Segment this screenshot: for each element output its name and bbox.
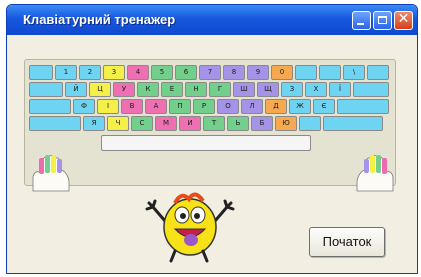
minimize-button[interactable] bbox=[352, 11, 371, 30]
key-Д[interactable]: Д bbox=[265, 99, 287, 114]
key-Ф[interactable]: Ф bbox=[73, 99, 95, 114]
app-window: Клавіатурний тренажер ✕ 1 2 3 4 5 6 7 8 9 0 \ Й Ц У К Е… bbox=[6, 4, 418, 274]
close-button[interactable]: ✕ bbox=[394, 11, 413, 30]
key-blank[interactable] bbox=[29, 65, 53, 80]
key-Я[interactable]: Я bbox=[83, 116, 105, 131]
key-blank[interactable] bbox=[353, 82, 389, 97]
key-Т[interactable]: Т bbox=[203, 116, 225, 131]
key-Ц[interactable]: Ц bbox=[89, 82, 111, 97]
key-8[interactable]: 8 bbox=[223, 65, 245, 80]
key-Ї[interactable]: Ї bbox=[329, 82, 351, 97]
key-З[interactable]: З bbox=[281, 82, 303, 97]
key-blank[interactable] bbox=[367, 65, 389, 80]
key-4[interactable]: 4 bbox=[127, 65, 149, 80]
key-Н[interactable]: Н bbox=[185, 82, 207, 97]
key-blank[interactable] bbox=[319, 65, 341, 80]
key-Б[interactable]: Б bbox=[251, 116, 273, 131]
key-\[interactable]: \ bbox=[343, 65, 365, 80]
minimize-icon bbox=[357, 23, 364, 25]
key-Г[interactable]: Г bbox=[209, 82, 231, 97]
key-blank[interactable] bbox=[29, 116, 81, 131]
key-7[interactable]: 7 bbox=[199, 65, 221, 80]
key-Л[interactable]: Л bbox=[241, 99, 263, 114]
key-blank[interactable] bbox=[29, 82, 63, 97]
space-key[interactable] bbox=[101, 135, 311, 151]
key-Ж[interactable]: Ж bbox=[289, 99, 311, 114]
key-П[interactable]: П bbox=[169, 99, 191, 114]
key-Ь[interactable]: Ь bbox=[227, 116, 249, 131]
window-title: Клавіатурний тренажер bbox=[23, 12, 176, 27]
key-В[interactable]: В bbox=[121, 99, 143, 114]
key-blank[interactable] bbox=[323, 116, 383, 131]
key-blank[interactable] bbox=[299, 116, 321, 131]
right-hand-icon bbox=[356, 154, 394, 192]
key-І[interactable]: І bbox=[97, 99, 119, 114]
key-И[interactable]: И bbox=[179, 116, 201, 131]
key-blank[interactable] bbox=[29, 99, 71, 114]
key-Щ[interactable]: Щ bbox=[257, 82, 279, 97]
key-Є[interactable]: Є bbox=[313, 99, 335, 114]
start-button[interactable]: Початок bbox=[309, 227, 385, 257]
key-Х[interactable]: Х bbox=[305, 82, 327, 97]
key-9[interactable]: 9 bbox=[247, 65, 269, 80]
key-3[interactable]: 3 bbox=[103, 65, 125, 80]
maximize-icon bbox=[378, 16, 387, 24]
key-К[interactable]: К bbox=[137, 82, 159, 97]
title-bar[interactable]: Клавіатурний тренажер ✕ bbox=[7, 5, 417, 35]
key-М[interactable]: М bbox=[155, 116, 177, 131]
key-Р[interactable]: Р bbox=[193, 99, 215, 114]
key-5[interactable]: 5 bbox=[151, 65, 173, 80]
key-У[interactable]: У bbox=[113, 82, 135, 97]
key-О[interactable]: О bbox=[217, 99, 239, 114]
mascot-icon bbox=[145, 192, 235, 263]
key-2[interactable]: 2 bbox=[79, 65, 101, 80]
close-icon: ✕ bbox=[397, 11, 410, 27]
key-6[interactable]: 6 bbox=[175, 65, 197, 80]
key-С[interactable]: С bbox=[131, 116, 153, 131]
maximize-button[interactable] bbox=[373, 11, 392, 30]
key-А[interactable]: А bbox=[145, 99, 167, 114]
key-Ю[interactable]: Ю bbox=[275, 116, 297, 131]
key-1[interactable]: 1 bbox=[55, 65, 77, 80]
key-Ш[interactable]: Ш bbox=[233, 82, 255, 97]
key-Е[interactable]: Е bbox=[161, 82, 183, 97]
key-blank[interactable] bbox=[295, 65, 317, 80]
key-Ч[interactable]: Ч bbox=[107, 116, 129, 131]
key-blank[interactable] bbox=[337, 99, 389, 114]
virtual-keyboard: 1 2 3 4 5 6 7 8 9 0 \ Й Ц У К Е Н Г Ш Щ З Х Ї Ф І В А П Р О Л Д Ж Є Я Ч С М И Т… bbox=[24, 59, 396, 186]
left-hand-icon bbox=[32, 154, 70, 192]
key-Й[interactable]: Й bbox=[65, 82, 87, 97]
key-0[interactable]: 0 bbox=[271, 65, 293, 80]
